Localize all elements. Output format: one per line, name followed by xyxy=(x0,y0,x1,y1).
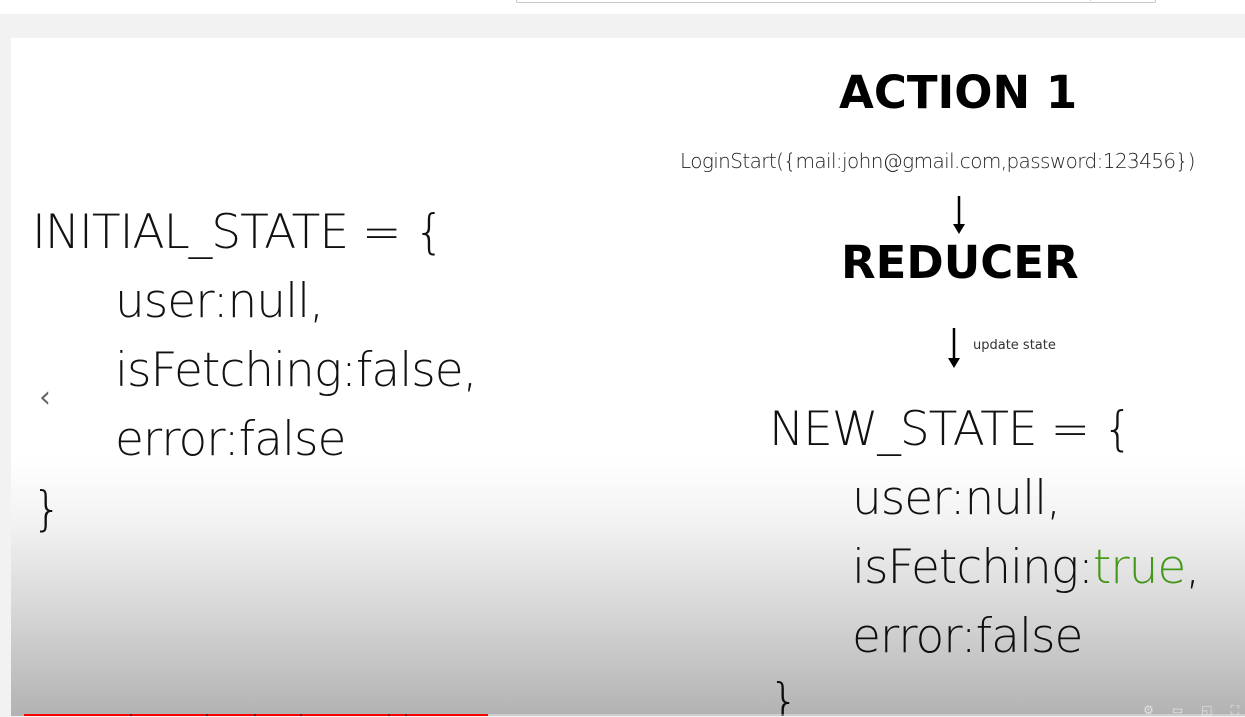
fetching-key: isFetching: xyxy=(852,540,1094,595)
initial-state-fetching: isFetching:false, xyxy=(115,343,478,398)
video-frame[interactable]: INITIAL_STATE = { user:null, isFetching:… xyxy=(11,38,1245,716)
new-state-open: NEW_STATE = { xyxy=(769,402,1133,457)
fullscreen-icon[interactable]: ⛶ xyxy=(1231,704,1239,716)
action-call: LoginStart({mail:john@gmail.com,password… xyxy=(680,149,1195,173)
new-state-error: error:false xyxy=(852,609,1083,664)
initial-state-user: user:null, xyxy=(115,274,324,329)
player-control-icons: ⚙ ▭ ◱ ⛶ xyxy=(1055,704,1245,716)
new-state-user: user:null, xyxy=(852,471,1061,526)
initial-state-open: INITIAL_STATE = { xyxy=(32,205,444,260)
new-state-close: } xyxy=(769,674,799,716)
search-box[interactable] xyxy=(516,0,1156,3)
settings-icon[interactable]: ⚙ xyxy=(1143,704,1154,716)
fetching-value-highlight: true xyxy=(1092,540,1186,595)
new-state-fetching: isFetching:true, xyxy=(852,544,1200,591)
fetching-comma: , xyxy=(1185,540,1200,595)
update-state-label: update state xyxy=(973,338,1056,353)
initial-state-error: error:false xyxy=(115,412,346,467)
arrow-down-icon xyxy=(953,196,965,234)
miniplayer-icon[interactable]: ◱ xyxy=(1201,704,1212,716)
chevron-left-icon[interactable]: ‹ xyxy=(28,375,62,419)
subtitles-icon[interactable]: ▭ xyxy=(1172,704,1183,716)
browser-top-bar xyxy=(0,0,1245,14)
search-button-divider xyxy=(1090,0,1091,1)
arrow-down-icon xyxy=(948,328,960,368)
initial-state-close: } xyxy=(32,482,62,537)
action-title: ACTION 1 xyxy=(839,66,1078,119)
reducer-title: REDUCER xyxy=(841,236,1079,289)
